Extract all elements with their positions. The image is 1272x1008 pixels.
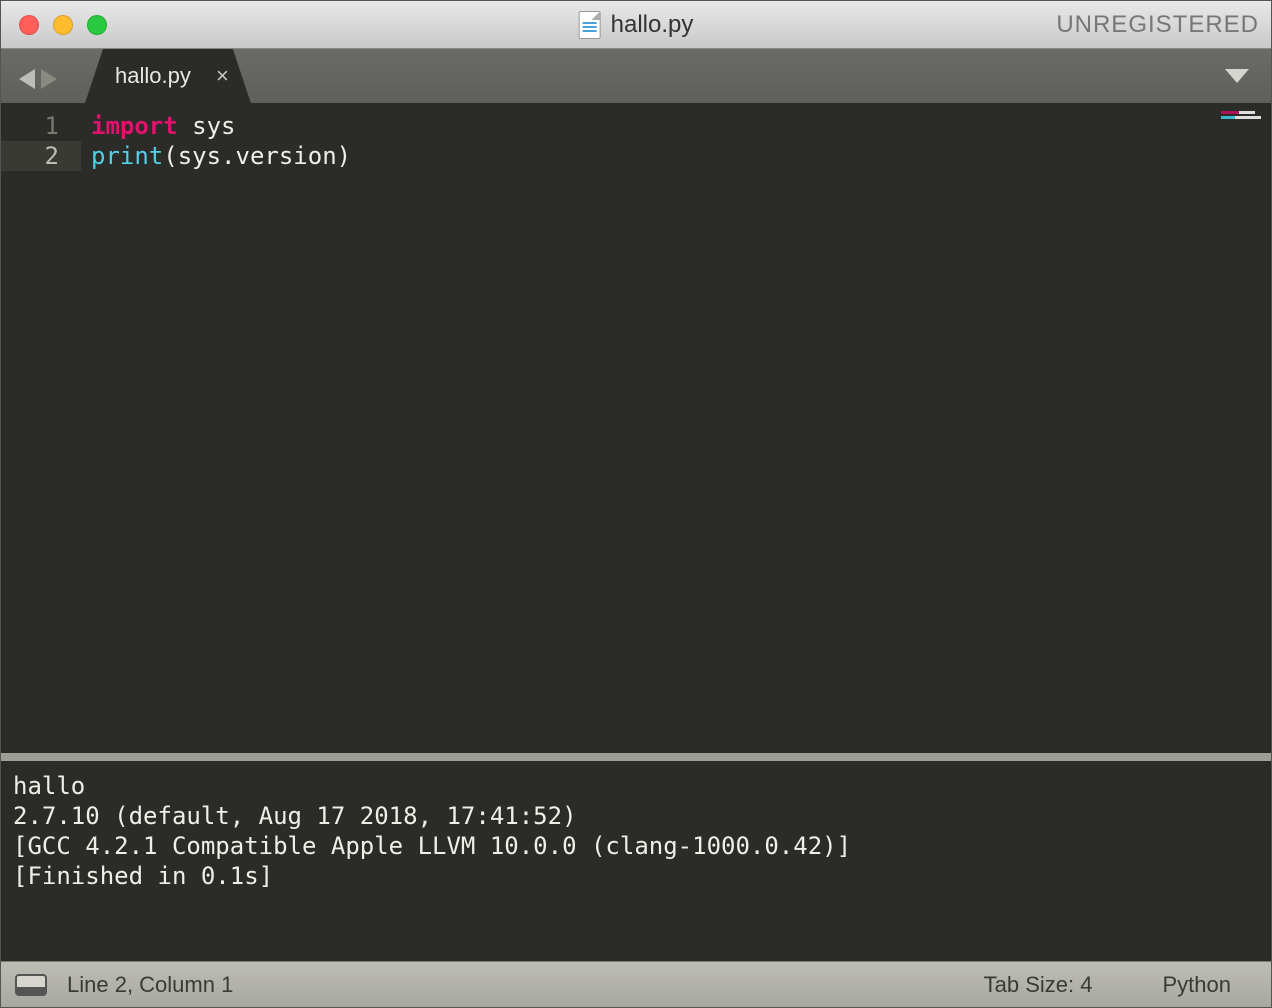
minimap-line [1221, 116, 1261, 119]
close-window-button[interactable] [19, 15, 39, 35]
tab-bar: hallo.py × [1, 49, 1271, 103]
tab-label: hallo.py [115, 63, 191, 89]
zoom-window-button[interactable] [87, 15, 107, 35]
close-tab-icon[interactable]: × [216, 63, 229, 89]
builtin-print: print [91, 142, 163, 170]
nav-forward-icon[interactable] [41, 69, 57, 89]
editor-area[interactable]: 1 2 import sysprint(sys.version) [1, 103, 1271, 753]
minimap[interactable] [1221, 111, 1261, 123]
code-line[interactable]: import sys [91, 111, 351, 141]
window-title-text: hallo.py [611, 11, 694, 39]
window-title: hallo.py [579, 11, 694, 39]
line-gutter: 1 2 [1, 103, 81, 753]
nav-arrows [19, 69, 57, 89]
tab-dropdown-icon[interactable] [1225, 69, 1249, 83]
window-controls [19, 15, 107, 35]
code-content[interactable]: import sysprint(sys.version) [81, 103, 351, 753]
file-icon [579, 11, 601, 39]
code-text: (sys.version) [163, 142, 351, 170]
panel-divider[interactable] [1, 753, 1271, 761]
nav-back-icon[interactable] [19, 69, 35, 89]
line-number: 2 [1, 141, 81, 171]
minimize-window-button[interactable] [53, 15, 73, 35]
editor-window: hallo.py UNREGISTERED hallo.py × 1 2 imp… [0, 0, 1272, 1008]
output-line: [Finished in 0.1s] [13, 861, 1259, 891]
license-status: UNREGISTERED [1056, 11, 1259, 39]
title-bar: hallo.py UNREGISTERED [1, 1, 1271, 49]
tab-size-selector[interactable]: Tab Size: 4 [984, 972, 1093, 998]
line-number: 1 [1, 111, 59, 141]
build-output-panel[interactable]: hallo2.7.10 (default, Aug 17 2018, 17:41… [1, 761, 1271, 961]
output-line: 2.7.10 (default, Aug 17 2018, 17:41:52) [13, 801, 1259, 831]
cursor-position[interactable]: Line 2, Column 1 [67, 972, 984, 998]
output-line: [GCC 4.2.1 Compatible Apple LLVM 10.0.0 … [13, 831, 1259, 861]
code-line[interactable]: print(sys.version) [91, 141, 351, 171]
tab-hallo[interactable]: hallo.py × [85, 49, 251, 103]
minimap-line [1221, 111, 1261, 114]
syntax-selector[interactable]: Python [1163, 972, 1232, 998]
output-line: hallo [13, 771, 1259, 801]
panel-switcher-icon[interactable] [15, 974, 47, 996]
status-bar: Line 2, Column 1 Tab Size: 4 Python [1, 961, 1271, 1007]
code-text: sys [178, 112, 236, 140]
keyword-import: import [91, 112, 178, 140]
